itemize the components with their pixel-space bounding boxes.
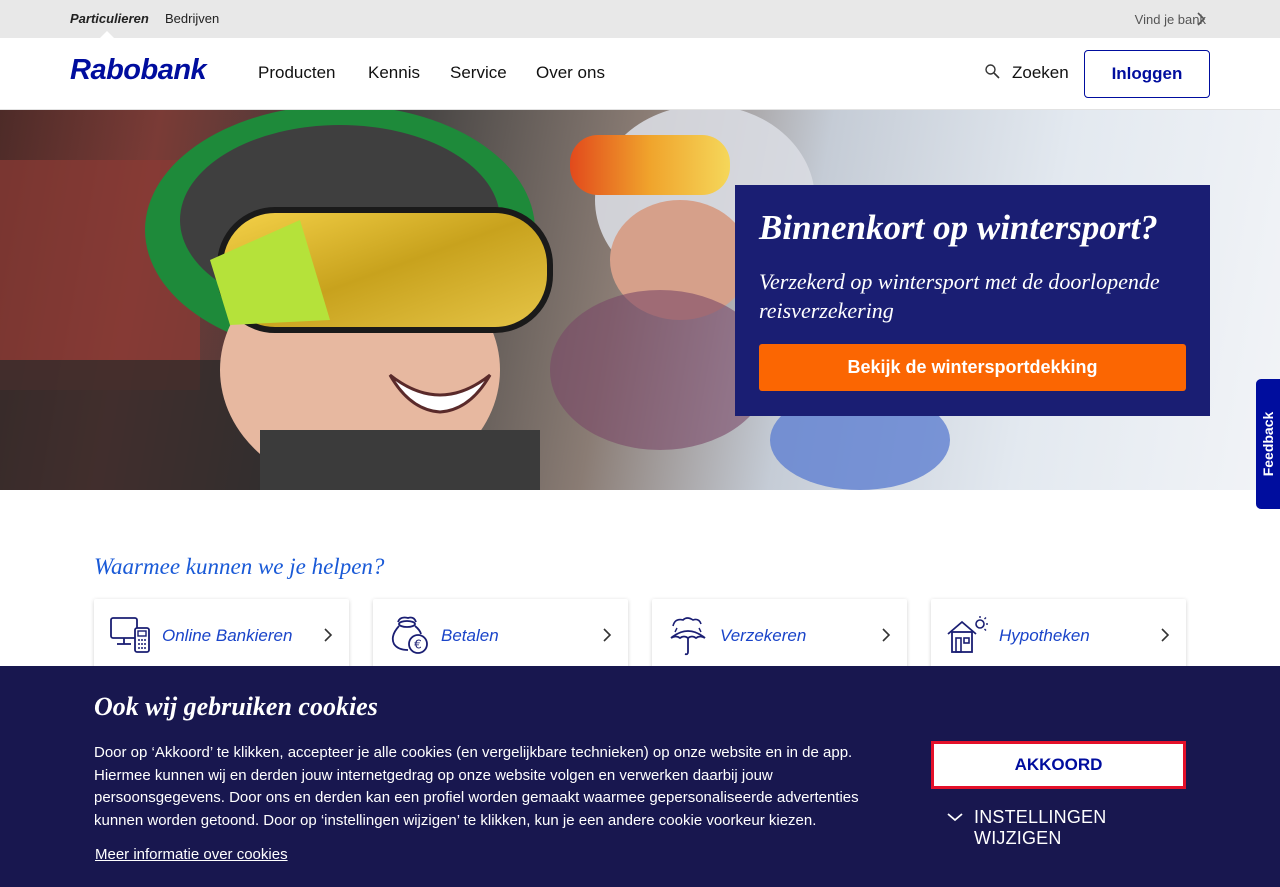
chevron-right-icon	[1197, 12, 1206, 26]
hero-banner: Binnenkort op wintersport? Verzekerd op …	[0, 110, 1280, 490]
active-segment-caret	[100, 31, 114, 38]
chevron-down-icon	[947, 813, 963, 822]
search-label[interactable]: Zoeken	[1012, 63, 1069, 83]
login-button[interactable]: Inloggen	[1084, 50, 1210, 98]
nav-producten[interactable]: Producten	[258, 63, 336, 83]
accept-cookies-button[interactable]: AKKOORD	[931, 741, 1186, 789]
cookie-more-info-link[interactable]: Meer informatie over cookies	[95, 846, 288, 863]
search-icon[interactable]	[984, 63, 1002, 81]
chevron-right-icon	[324, 628, 333, 642]
svg-text:€: €	[414, 638, 422, 652]
hero-promo-box: Binnenkort op wintersport? Verzekerd op …	[735, 185, 1210, 416]
hero-title: Binnenkort op wintersport?	[759, 208, 1158, 247]
house-sun-icon	[947, 616, 988, 653]
cookie-title: Ook wij gebruiken cookies	[94, 692, 378, 721]
segment-bedrijven[interactable]: Bedrijven	[165, 11, 219, 26]
nav-over-ons[interactable]: Over ons	[536, 63, 605, 83]
feedback-label: Feedback	[1260, 411, 1276, 477]
segment-bar: Particulieren Bedrijven Vind je bank	[0, 0, 1280, 38]
card-label: Verzekeren	[720, 626, 807, 645]
main-header: Rabobank Producten Kennis Service Over o…	[0, 38, 1280, 110]
nav-service[interactable]: Service	[450, 63, 507, 83]
nav-kennis[interactable]: Kennis	[368, 63, 420, 83]
chevron-right-icon	[603, 628, 612, 642]
online-banking-icon	[110, 617, 150, 653]
rabobank-logo[interactable]: Rabobank	[70, 54, 207, 87]
card-label: Online Bankieren	[162, 626, 293, 645]
hero-subtitle: Verzekerd op wintersport met de doorlope…	[759, 269, 1160, 323]
card-label: Betalen	[441, 626, 499, 645]
feedback-tab[interactable]: Feedback	[1256, 379, 1280, 509]
segment-particulieren[interactable]: Particulieren	[70, 11, 149, 26]
cookie-settings-toggle[interactable]: INSTELLINGEN WIJZIGEN	[946, 806, 1186, 848]
card-label: Hypotheken	[999, 626, 1090, 645]
chevron-right-icon	[1161, 628, 1170, 642]
umbrella-rain-icon	[670, 617, 706, 656]
wintersport-cta-button[interactable]: Bekijk de wintersportdekking	[759, 344, 1186, 391]
help-section-title: Waarmee kunnen we je helpen?	[94, 554, 385, 579]
money-bag-euro-icon: €	[391, 616, 428, 654]
cookie-description: Door op ‘Akkoord’ te klikken, accepteer …	[94, 744, 859, 829]
cookie-settings-label: INSTELLINGEN WIJZIGEN	[974, 807, 1107, 848]
cookie-banner: Ook wij gebruiken cookies Door op ‘Akkoo…	[0, 666, 1280, 887]
chevron-right-icon	[882, 628, 891, 642]
